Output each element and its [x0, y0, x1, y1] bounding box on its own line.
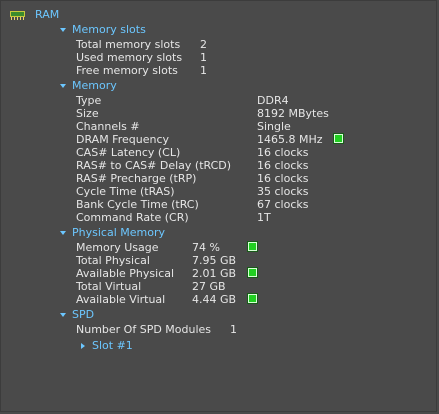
section-physical-memory[interactable]: Physical Memory	[60, 226, 165, 239]
row-value: 8192 MBytes	[257, 107, 329, 120]
section-memory[interactable]: Memory	[60, 79, 117, 92]
row-label: Bank Cycle Time (tRC)	[76, 198, 199, 211]
row-label: Used memory slots	[76, 51, 183, 64]
status-indicator-icon	[248, 294, 257, 303]
row-value: DDR4	[257, 94, 289, 107]
row-label: Total Virtual	[76, 280, 142, 293]
row-label: Command Rate (CR)	[76, 211, 189, 224]
row-label: Type	[76, 94, 102, 107]
ram-tree-root[interactable]: RAM	[9, 8, 59, 21]
row-label: DRAM Frequency	[76, 133, 170, 146]
ram-module-icon	[9, 10, 26, 20]
row-label: Size	[76, 107, 99, 120]
row-value: 1	[230, 323, 237, 336]
ram-details-panel: RAM Memory slots Total memory slots 2 Us…	[0, 0, 437, 412]
row-label: Free memory slots	[76, 64, 178, 77]
row-label: Channels #	[76, 120, 140, 133]
slot-label: Slot #1	[92, 339, 133, 352]
expand-arrow-icon[interactable]	[81, 342, 85, 349]
section-title: SPD	[72, 308, 95, 321]
row-value: 4.44 GB	[192, 293, 237, 306]
section-spd[interactable]: SPD	[60, 308, 94, 321]
row-label: CAS# Latency (CL)	[76, 146, 181, 159]
row-label: RAS# Precharge (tRP)	[76, 172, 197, 185]
row-value: 1	[200, 51, 207, 64]
row-value: 67 clocks	[257, 198, 309, 211]
section-memory-slots[interactable]: Memory slots	[60, 23, 146, 36]
row-label: Available Virtual	[76, 293, 166, 306]
row-label: RAS# to CAS# Delay (tRCD)	[76, 159, 232, 172]
collapse-arrow-icon[interactable]	[60, 230, 66, 235]
ram-root-label: RAM	[35, 8, 60, 21]
section-title: Memory slots	[72, 23, 146, 36]
status-indicator-icon	[248, 242, 257, 251]
tree-item-slot-1[interactable]: Slot #1	[81, 339, 133, 352]
status-indicator-icon	[334, 134, 343, 143]
row-value: 2	[200, 38, 207, 51]
row-value: 1T	[257, 211, 271, 224]
row-value: 35 clocks	[257, 185, 309, 198]
section-title: Physical Memory	[72, 226, 165, 239]
row-label: Memory Usage	[76, 241, 159, 254]
section-title: Memory	[72, 79, 117, 92]
row-value: 1	[200, 64, 207, 77]
row-label: Available Physical	[76, 267, 175, 280]
row-value: 16 clocks	[257, 159, 309, 172]
row-value: 7.95 GB	[192, 254, 237, 267]
row-value: 2.01 GB	[192, 267, 237, 280]
row-value: Single	[257, 120, 291, 133]
collapse-arrow-icon[interactable]	[60, 312, 66, 317]
collapse-arrow-icon[interactable]	[60, 83, 66, 88]
row-label: Number Of SPD Modules	[76, 323, 212, 336]
status-indicator-icon	[248, 268, 257, 277]
row-label: Cycle Time (tRAS)	[76, 185, 175, 198]
row-value: 16 clocks	[257, 172, 309, 185]
row-value: 74 %	[192, 241, 220, 254]
row-value: 1465.8 MHz	[257, 133, 323, 146]
row-label: Total Physical	[76, 254, 150, 267]
row-value: 27 GB	[192, 280, 226, 293]
row-value: 16 clocks	[257, 146, 309, 159]
row-label: Total memory slots	[76, 38, 181, 51]
collapse-arrow-icon[interactable]	[60, 27, 66, 32]
